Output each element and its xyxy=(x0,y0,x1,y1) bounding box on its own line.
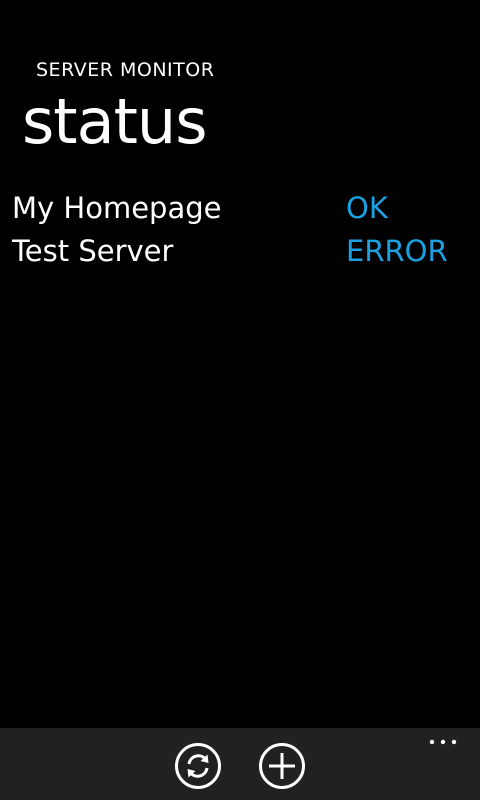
page-title: status xyxy=(22,85,208,158)
app-title: SERVER MONITOR xyxy=(36,59,215,81)
application-bar xyxy=(0,728,480,800)
page: SERVER MONITOR status My Homepage OK Tes… xyxy=(0,0,480,800)
more-options-button[interactable] xyxy=(424,728,464,756)
server-row-test-server[interactable]: Test Server ERROR xyxy=(12,231,480,274)
server-list: My Homepage OK Test Server ERROR xyxy=(12,188,480,274)
server-row-my-homepage[interactable]: My Homepage OK xyxy=(12,188,480,231)
refresh-icon xyxy=(175,743,221,789)
server-name: My Homepage xyxy=(12,191,222,225)
refresh-button[interactable] xyxy=(174,742,222,790)
server-status: OK xyxy=(346,191,388,225)
server-name: Test Server xyxy=(12,234,174,268)
ellipsis-icon xyxy=(429,739,457,745)
add-icon xyxy=(259,743,305,789)
add-button[interactable] xyxy=(258,742,306,790)
server-status: ERROR xyxy=(346,234,448,268)
